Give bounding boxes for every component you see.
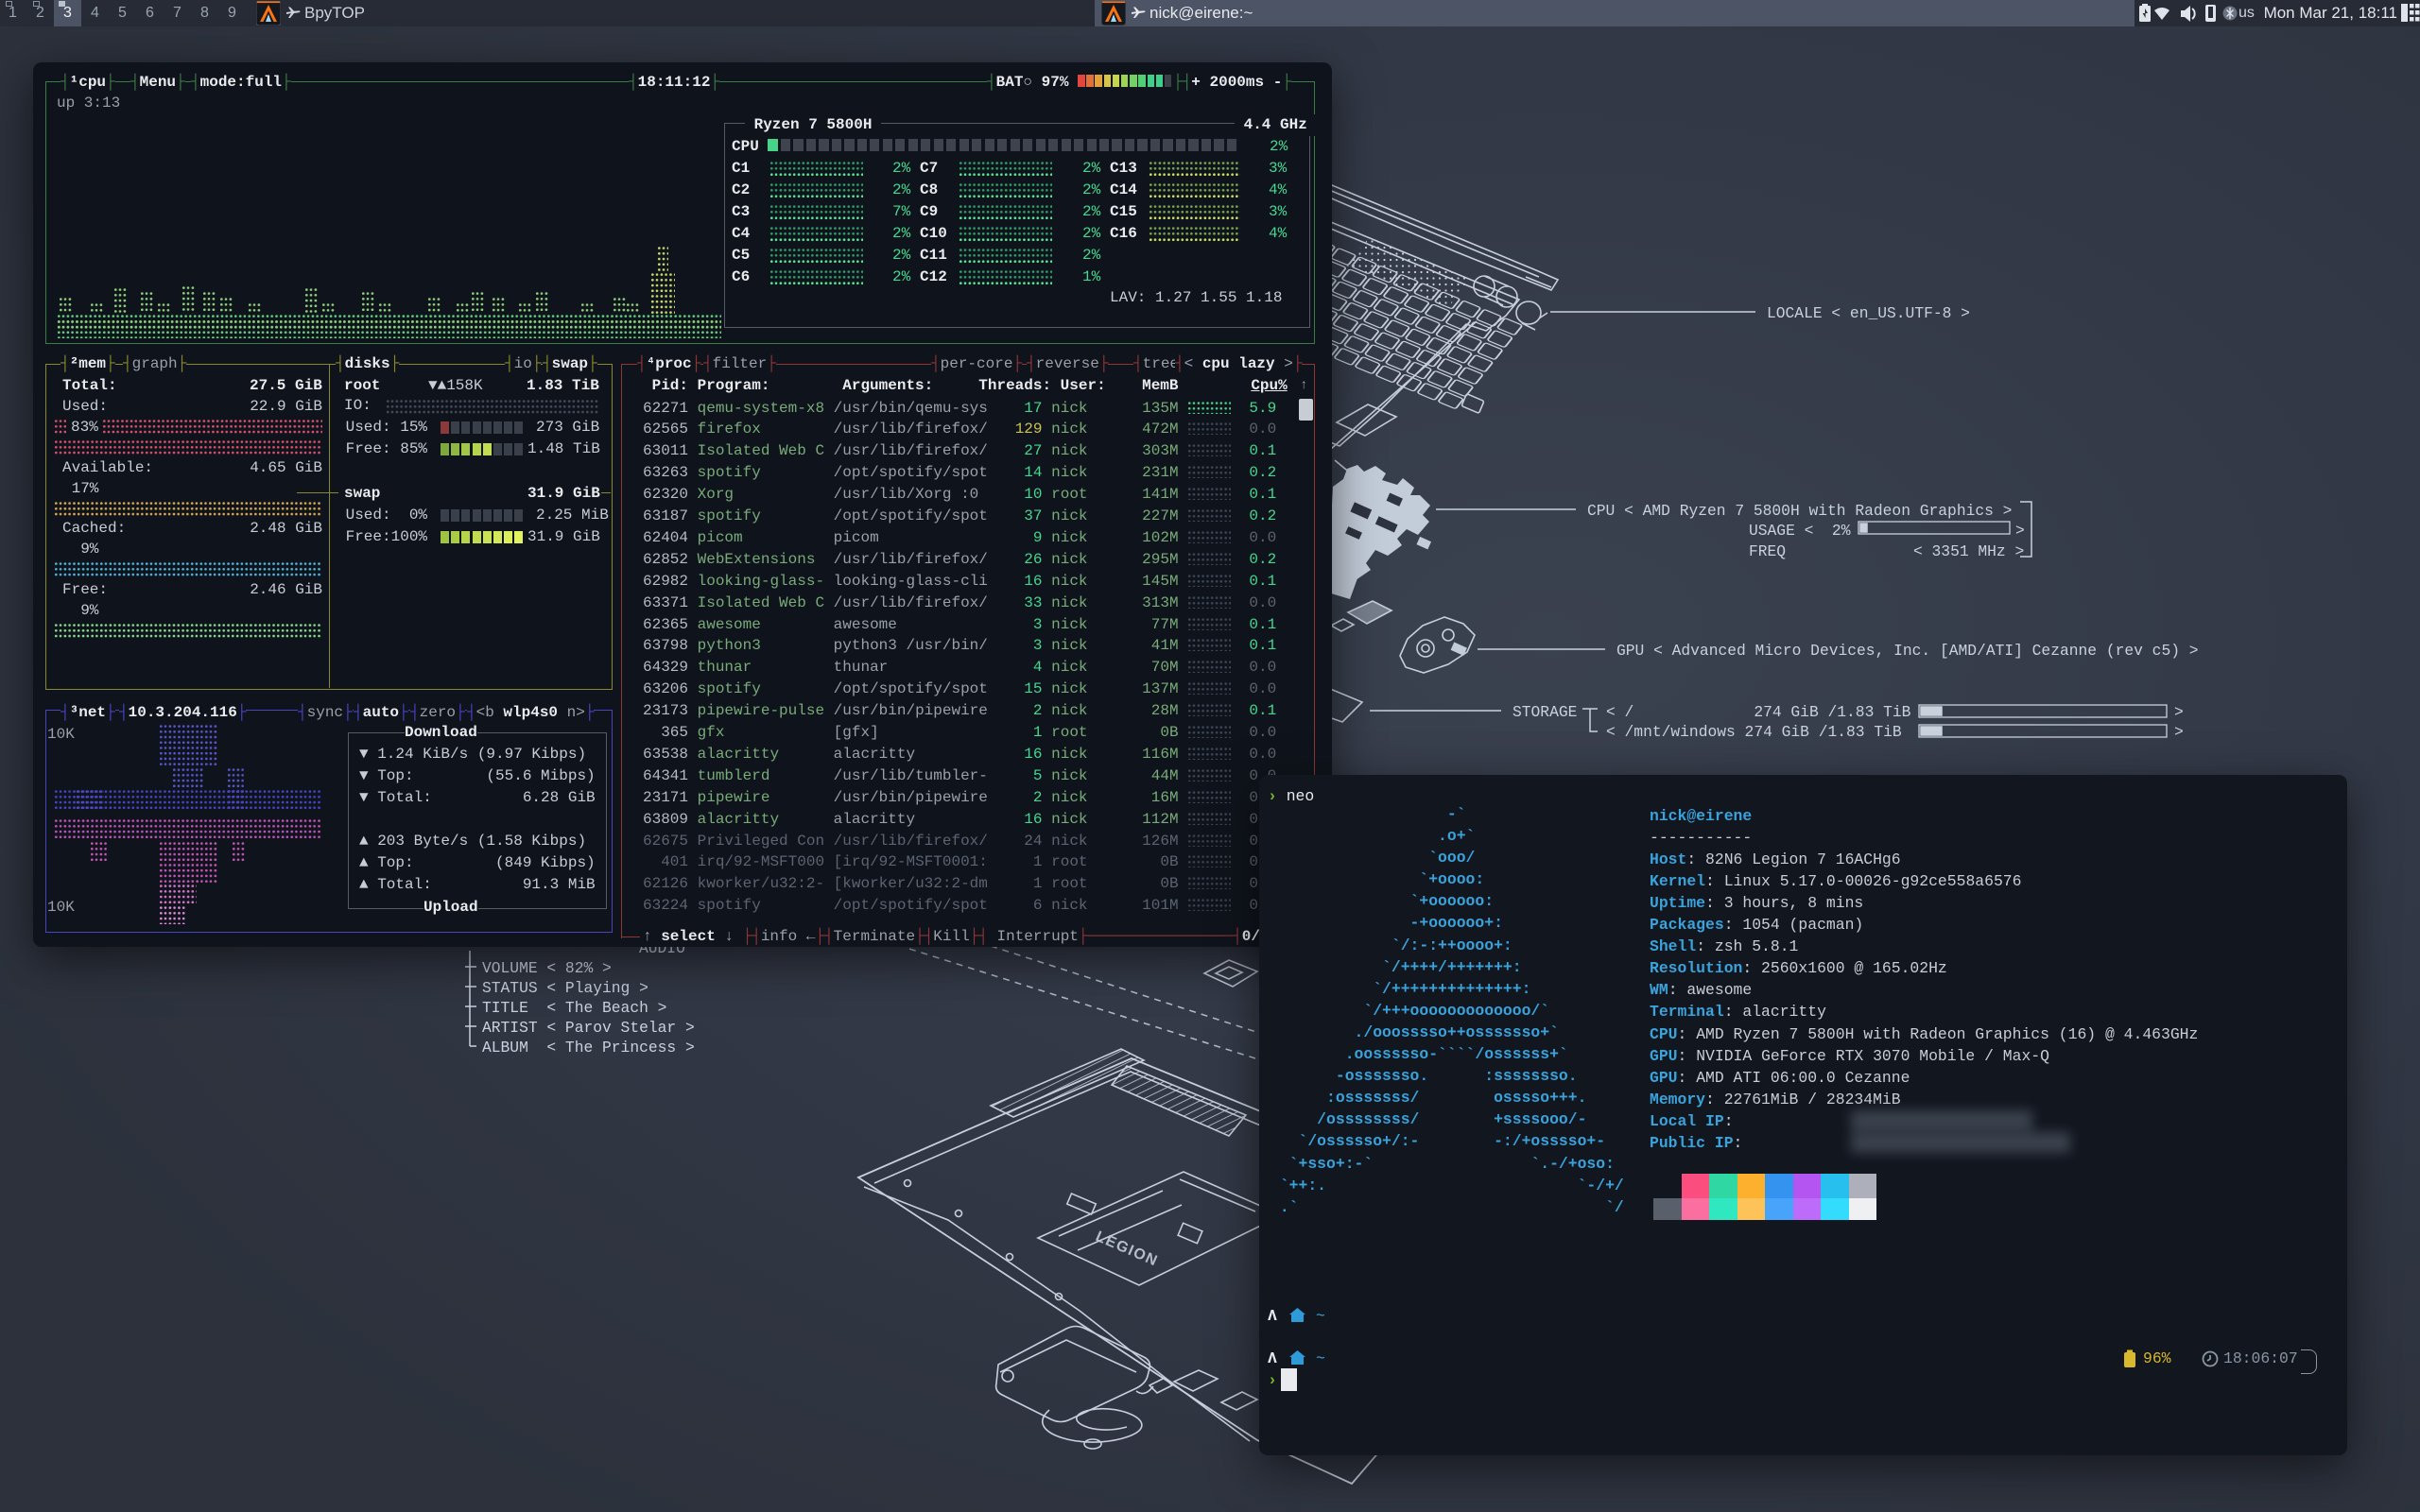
svg-text:TITLE < The Beach >: TITLE < The Beach > bbox=[482, 999, 666, 1017]
svg-text:>: > bbox=[2015, 522, 2025, 540]
svg-text:ARTIST < Parov Stelar >: ARTIST < Parov Stelar > bbox=[482, 1019, 695, 1037]
svg-text:CPU < AMD Ryzen 7 5800H with R: CPU < AMD Ryzen 7 5800H with Radeon Grap… bbox=[1587, 502, 2012, 520]
svg-text:STATUS < Playing >: STATUS < Playing > bbox=[482, 979, 648, 997]
svg-text:FREQ: FREQ bbox=[1749, 542, 1786, 560]
svg-text:LOCALE < en_US.UTF-8 >: LOCALE < en_US.UTF-8 > bbox=[1767, 304, 1970, 322]
svg-text:ALBUM < The Princess >: ALBUM < The Princess > bbox=[482, 1039, 695, 1057]
svg-text:GPU < Advanced Micro Devices,: GPU < Advanced Micro Devices, Inc. [AMD/… bbox=[1616, 642, 2199, 660]
svg-text:< / 274 GiB /1.83: < / 274 GiB /1.83 TiB bbox=[1606, 703, 1911, 721]
svg-text:>: > bbox=[2174, 723, 2184, 741]
svg-text:< /mnt/windows 274 GiB /1.83 T: < /mnt/windows 274 GiB /1.83 TiB bbox=[1606, 723, 1902, 741]
svg-text:STORAGE: STORAGE bbox=[1512, 703, 1577, 721]
svg-text:USAGE < 2%: USAGE < 2% bbox=[1749, 522, 1851, 540]
svg-text:>: > bbox=[2174, 703, 2184, 721]
svg-text:LEGION: LEGION bbox=[1093, 1228, 1160, 1270]
svg-text:< 3351 MHz >: < 3351 MHz > bbox=[1913, 542, 2024, 560]
svg-text:VOLUME < 82% >: VOLUME < 82% > bbox=[482, 959, 612, 977]
